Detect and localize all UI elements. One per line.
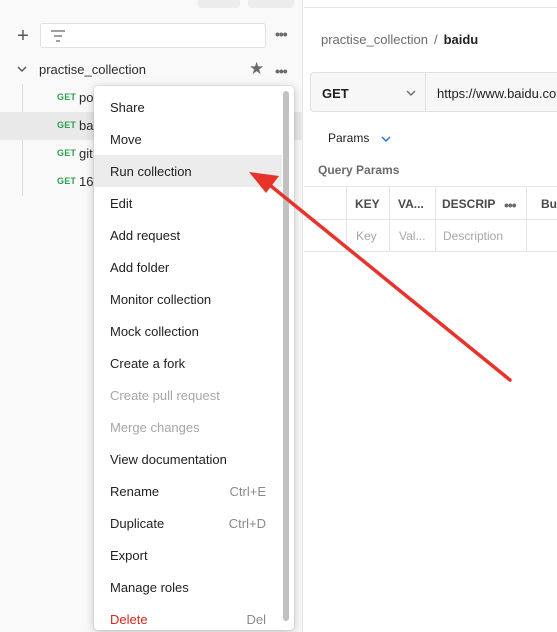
url-input[interactable]: https://www.baidu.co [437,86,556,101]
chevron-down-icon[interactable] [380,134,392,144]
menu-item-mock-collection[interactable]: Mock collection [94,315,282,347]
shortcut-label: Ctrl+D [228,516,266,531]
sidebar-top-button[interactable] [248,0,294,8]
tab-strip [304,0,557,8]
plus-icon[interactable]: + [12,25,34,47]
menu-item-run-collection[interactable]: Run collection [94,155,282,187]
context-menu: Share Move Run collection Edit Add reque… [94,86,294,630]
menu-item-create-fork[interactable]: Create a fork [94,347,282,379]
menu-item-create-pull-request: Create pull request [110,388,220,403]
menu-item-monitor-collection[interactable]: Monitor collection [94,283,282,315]
sidebar-toolbar: + ••• [0,20,303,52]
menu-item-rename[interactable]: Rename Ctrl+E [94,475,282,507]
column-divider [389,187,390,251]
star-icon[interactable]: ★ [249,59,264,79]
menu-item-merge-changes: Merge changes [110,420,200,435]
shortcut-label: Del [246,612,266,627]
menu-item-view-documentation[interactable]: View documentation [94,443,282,475]
url-bar: GET https://www.baidu.co [310,72,557,112]
menu-item-add-folder[interactable]: Add folder [94,251,282,283]
filter-icon [51,30,65,42]
request-name: po [79,90,94,105]
collection-name: practise_collection [39,62,146,77]
request-method: GET [57,176,77,186]
menu-scrollbar[interactable] [283,91,289,621]
breadcrumb-collection[interactable]: practise_collection [321,32,428,47]
tab-params[interactable]: Params [328,131,369,145]
breadcrumb: practise_collection / baidu [321,32,478,47]
column-header-key: KEY [355,197,380,211]
request-method: GET [57,120,77,130]
menu-item-manage-roles[interactable]: Manage roles [94,571,282,603]
breadcrumb-separator: / [433,32,438,47]
description-input[interactable]: Description [443,229,503,243]
collection-row[interactable]: practise_collection ★ ••• [0,57,303,83]
request-method: GET [57,92,77,102]
request-method: GET [57,148,77,158]
query-params-title: Query Params [318,163,400,177]
column-divider [346,187,347,251]
menu-item-add-request[interactable]: Add request [94,219,282,251]
request-pane: practise_collection / baidu GET https://ww… [304,0,557,632]
chevron-down-icon[interactable] [16,63,28,75]
menu-item-share[interactable]: Share [94,91,282,123]
menu-item-edit[interactable]: Edit [94,187,282,219]
more-icon[interactable]: ••• [275,26,288,42]
filter-input[interactable] [40,23,266,48]
request-name: git [79,146,93,161]
column-header-value: VA... [398,197,424,211]
request-name: ba [79,118,94,133]
chevron-down-icon [406,90,416,96]
column-divider [526,187,527,251]
menu-item-move[interactable]: Move [94,123,282,155]
method-select[interactable]: GET [311,73,426,111]
method-label: GET [322,86,349,101]
menu-item-export[interactable]: Export [94,539,282,571]
bulk-edit-button[interactable]: Bu [541,197,557,211]
shortcut-label: Ctrl+E [229,484,266,499]
params-table: KEY VA... DESCRIP ••• Bu Key Val... Desc… [304,186,557,252]
menu-item-delete[interactable]: Delete Del [94,603,282,630]
column-header-description: DESCRIP [442,197,496,211]
request-name: 16 [79,174,94,189]
params-header-row [304,187,557,220]
more-icon[interactable]: ••• [275,63,288,79]
key-input[interactable]: Key [356,229,377,243]
sidebar-top-button[interactable] [198,0,240,8]
menu-item-duplicate[interactable]: Duplicate Ctrl+D [94,507,282,539]
breadcrumb-request[interactable]: baidu [444,32,479,47]
column-divider [435,187,436,251]
more-icon[interactable]: ••• [504,197,517,213]
value-input[interactable]: Val... [399,229,425,243]
